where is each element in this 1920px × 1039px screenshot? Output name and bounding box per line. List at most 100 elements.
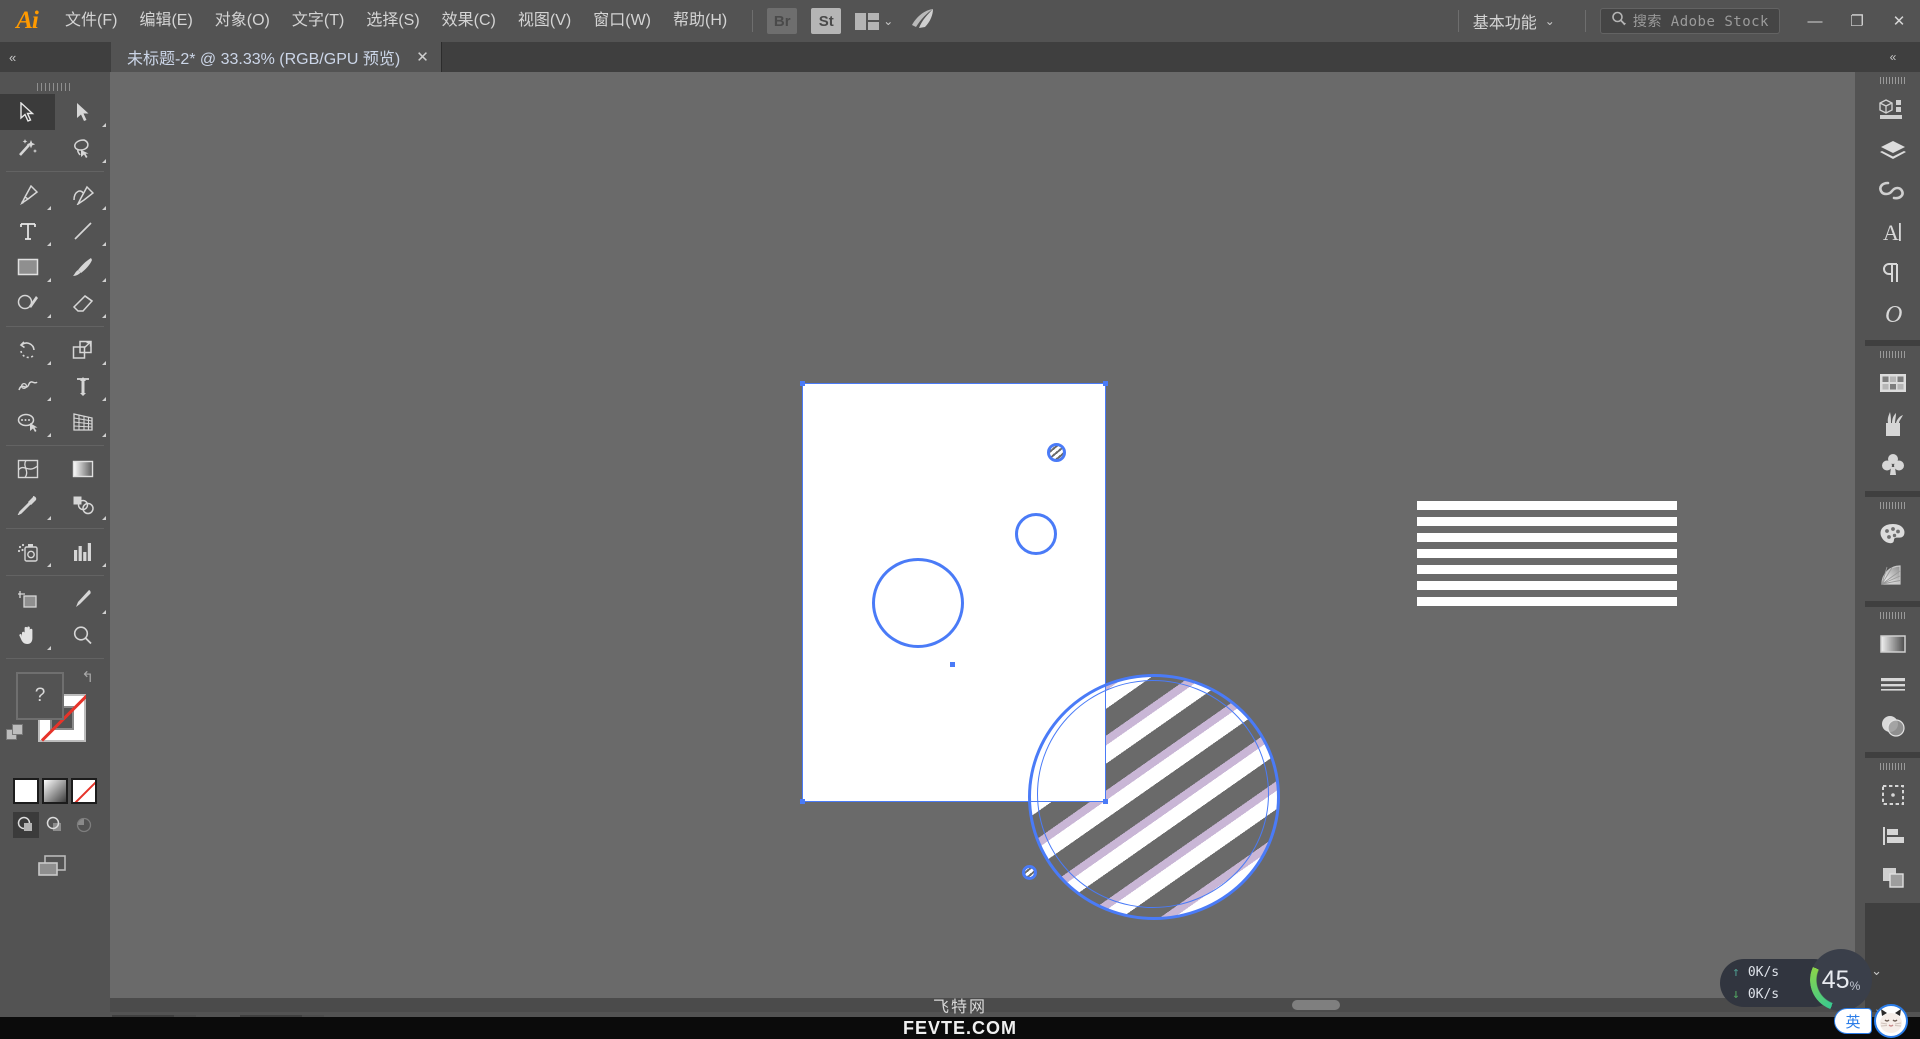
- tools-panel-grip[interactable]: [0, 80, 110, 94]
- menu-help[interactable]: 帮助(H): [662, 0, 738, 42]
- color-icon[interactable]: [1865, 513, 1920, 554]
- lasso-tool[interactable]: [55, 130, 110, 166]
- magic-wand-tool[interactable]: [0, 130, 55, 166]
- artboard-tool[interactable]: [0, 581, 55, 617]
- rotate-tool[interactable]: [0, 332, 55, 368]
- stock-icon[interactable]: St: [811, 8, 842, 34]
- toolbar-collapse-button[interactable]: «: [0, 42, 110, 72]
- search-input[interactable]: 搜索 Adobe Stock: [1633, 11, 1769, 31]
- column-graph-tool[interactable]: [55, 534, 110, 570]
- fill-color-swatch[interactable]: ?: [16, 672, 64, 720]
- symbols-icon[interactable]: [1865, 444, 1920, 485]
- properties-icon[interactable]: [1865, 88, 1920, 129]
- menu-effect[interactable]: 效果(C): [431, 0, 507, 42]
- next-artboard-button[interactable]: ▶: [324, 1015, 346, 1036]
- workspace-chevron-down-icon[interactable]: ⌄: [1545, 14, 1555, 28]
- symbol-sprayer-tool[interactable]: [0, 534, 55, 570]
- arrange-documents-icon[interactable]: [855, 12, 880, 30]
- anchor-point-center[interactable]: [950, 662, 955, 667]
- menu-window[interactable]: 窗口(W): [582, 0, 662, 42]
- width-tool[interactable]: [0, 368, 55, 404]
- workspace-switcher[interactable]: 基本功能: [1473, 9, 1537, 33]
- dock-group-swatches-grip[interactable]: [1865, 346, 1920, 362]
- shape-builder-tool[interactable]: [0, 404, 55, 440]
- hand-tool[interactable]: [0, 617, 55, 653]
- dock-collapse-button[interactable]: «: [1865, 42, 1920, 72]
- paragraph-icon[interactable]: [1865, 252, 1920, 293]
- status-expand-arrow-icon[interactable]: ▶: [740, 1019, 749, 1033]
- draw-inside-mode[interactable]: [71, 812, 97, 838]
- color-guide-icon[interactable]: [1865, 554, 1920, 595]
- glyphs-icon[interactable]: O: [1865, 293, 1920, 334]
- swatches-icon[interactable]: [1865, 362, 1920, 403]
- last-artboard-button[interactable]: ▶|: [346, 1015, 368, 1036]
- zoom-tool[interactable]: [55, 617, 110, 653]
- dock-group-color-grip[interactable]: [1865, 497, 1920, 513]
- stripe-group[interactable]: [1417, 501, 1677, 608]
- transform-icon[interactable]: [1865, 774, 1920, 815]
- transparency-icon[interactable]: [1865, 705, 1920, 746]
- pen-tool[interactable]: [0, 177, 55, 213]
- gradient-annotator-handle[interactable]: [1047, 443, 1066, 462]
- artboard-dropdown-icon[interactable]: ⌄: [302, 1015, 324, 1036]
- mesh-tool[interactable]: [0, 451, 55, 487]
- perspective-grid-tool[interactable]: [55, 404, 110, 440]
- document-tab-close-icon[interactable]: ✕: [416, 48, 429, 66]
- color-mode-none[interactable]: [71, 778, 97, 804]
- screen-mode-button[interactable]: [0, 852, 110, 880]
- gradient-tool[interactable]: [55, 451, 110, 487]
- tray-chevron-down-icon[interactable]: ⌄: [1871, 963, 1882, 979]
- menu-type[interactable]: 文字(T): [281, 0, 355, 42]
- align-icon[interactable]: [1865, 815, 1920, 856]
- anchor-point-tr[interactable]: [1103, 381, 1108, 386]
- direct-selection-tool[interactable]: [55, 94, 110, 130]
- eyedropper-tool[interactable]: [0, 487, 55, 523]
- default-fill-stroke-icon[interactable]: [6, 724, 24, 742]
- swap-fill-stroke-icon[interactable]: ↰: [81, 668, 94, 686]
- arrange-chevron-down-icon[interactable]: ⌄: [883, 14, 893, 28]
- gradient-icon[interactable]: [1865, 623, 1920, 664]
- stroke-icon[interactable]: [1865, 664, 1920, 705]
- menu-select[interactable]: 选择(S): [355, 0, 430, 42]
- curvature-tool[interactable]: [55, 177, 110, 213]
- selection-tool[interactable]: [0, 94, 55, 130]
- cpu-usage-gauge[interactable]: 45 %: [1810, 949, 1872, 1011]
- restore-button[interactable]: ❐: [1836, 0, 1878, 42]
- horizontal-scrollbar[interactable]: [110, 998, 1855, 1012]
- dock-group-transform-grip[interactable]: [1865, 758, 1920, 774]
- eraser-tool[interactable]: [55, 285, 110, 321]
- rocket-icon[interactable]: [909, 8, 935, 35]
- zoom-dropdown-icon[interactable]: ⌄: [174, 1015, 196, 1036]
- ime-indicator[interactable]: 英: [1834, 1003, 1920, 1039]
- anchor-point-tl[interactable]: [800, 381, 805, 386]
- bridge-icon[interactable]: Br: [767, 8, 798, 34]
- character-icon[interactable]: A: [1865, 211, 1920, 252]
- line-segment-tool[interactable]: [55, 213, 110, 249]
- horizontal-scroll-thumb[interactable]: [1292, 1000, 1340, 1010]
- minimize-button[interactable]: —: [1794, 0, 1836, 42]
- draw-normal-mode[interactable]: [13, 812, 39, 838]
- slice-tool[interactable]: [55, 581, 110, 617]
- gradient-annotator-handle-2[interactable]: [1022, 865, 1037, 880]
- status-collapse-arrow-icon[interactable]: ‹: [763, 1019, 767, 1033]
- dock-group-appearance-grip[interactable]: [1865, 607, 1920, 623]
- document-tab[interactable]: 未标题-2* @ 33.33% (RGB/GPU 预览) ✕: [111, 42, 442, 72]
- close-button[interactable]: ✕: [1878, 0, 1920, 42]
- paintbrush-tool[interactable]: [55, 249, 110, 285]
- first-artboard-button[interactable]: |◀: [196, 1015, 218, 1036]
- libraries-icon[interactable]: [1865, 170, 1920, 211]
- circle-small-top-right-selection[interactable]: [1015, 513, 1057, 555]
- zoom-level-input[interactable]: 33.33%: [112, 1015, 174, 1036]
- avatar-icon[interactable]: [1874, 1004, 1908, 1038]
- dock-group-properties-grip[interactable]: [1865, 72, 1920, 88]
- color-mode-solid[interactable]: [13, 778, 39, 804]
- rectangle-tool[interactable]: [0, 249, 55, 285]
- brushes-icon[interactable]: [1865, 403, 1920, 444]
- ime-mode-badge[interactable]: 英: [1834, 1008, 1872, 1034]
- pathfinder-icon[interactable]: [1865, 856, 1920, 897]
- canvas-area[interactable]: [110, 72, 1855, 1012]
- menu-view[interactable]: 视图(V): [507, 0, 582, 42]
- blend-tool[interactable]: [55, 487, 110, 523]
- scale-tool[interactable]: [55, 332, 110, 368]
- free-transform-tool[interactable]: [55, 368, 110, 404]
